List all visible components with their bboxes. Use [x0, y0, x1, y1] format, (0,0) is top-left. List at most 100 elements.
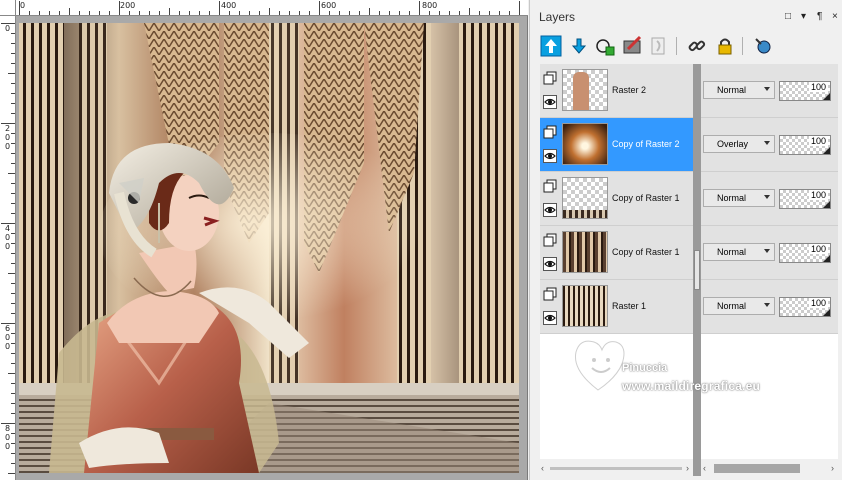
- link-layers-icon[interactable]: [686, 35, 708, 57]
- splitter-grip[interactable]: [694, 250, 700, 290]
- layer-blend-row: Overlay 100: [701, 118, 838, 172]
- ruler-tick: [19, 1, 20, 15]
- opacity-slider[interactable]: 100: [779, 297, 831, 317]
- layer-thumbnail-content: [563, 124, 607, 164]
- image-canvas[interactable]: [19, 23, 519, 473]
- blend-mode-dropdown[interactable]: Normal: [703, 243, 775, 261]
- ruler-label: 800: [5, 424, 11, 451]
- opacity-slider[interactable]: 100: [779, 135, 831, 155]
- opacity-triangle-icon: [823, 255, 830, 262]
- panel-close-button[interactable]: ×: [832, 11, 838, 22]
- ruler-label: 400: [5, 224, 11, 251]
- ruler-tick: [509, 11, 510, 15]
- panel-restore-button[interactable]: □: [785, 11, 791, 22]
- ruler-tick: [479, 11, 480, 15]
- layer-thumbnail[interactable]: [562, 123, 608, 165]
- ruler-tick: [11, 103, 15, 104]
- ruler-tick: [8, 73, 15, 74]
- ruler-tick: [8, 273, 15, 274]
- ruler-tick: [199, 11, 200, 15]
- ruler-tick: [8, 473, 15, 474]
- horizontal-ruler[interactable]: 0 200 400 600 800: [16, 0, 528, 16]
- blend-mode-dropdown[interactable]: Overlay: [703, 135, 775, 153]
- new-adjustment-layer-icon[interactable]: [622, 35, 644, 57]
- ruler-label: 200: [120, 1, 136, 10]
- layer-group-toggle-icon[interactable]: [543, 71, 557, 85]
- layer-row[interactable]: Raster 2: [540, 64, 695, 118]
- layer-name[interactable]: Copy of Raster 2: [612, 139, 680, 149]
- ruler-tick: [11, 303, 15, 304]
- ruler-tick: [11, 263, 15, 264]
- ruler-tick: [239, 11, 240, 15]
- layer-blend-row: Normal 100: [701, 172, 838, 226]
- vertical-ruler[interactable]: 0 200 400 600 800: [0, 16, 16, 480]
- scroll-left-icon[interactable]: ‹: [703, 463, 706, 473]
- opacity-slider[interactable]: 100: [779, 81, 831, 101]
- blend-column-scrollbar[interactable]: ‹ ›: [702, 463, 838, 474]
- visibility-eye-icon[interactable]: [543, 95, 557, 109]
- blend-mode-dropdown[interactable]: Normal: [703, 81, 775, 99]
- layer-group-toggle-icon[interactable]: [543, 287, 557, 301]
- watermark-url: www.maildiregrafica.eu: [622, 379, 760, 393]
- layer-thumbnail[interactable]: [562, 177, 608, 219]
- layers-panel: Layers □ ▾ ¶ × Raster 2 Copy of Raster 2…: [529, 0, 842, 480]
- layer-thumbnail[interactable]: [562, 231, 608, 273]
- layer-row[interactable]: Copy of Raster 2: [540, 118, 695, 172]
- layer-thumbnail[interactable]: [562, 285, 608, 327]
- chevron-down-icon: [764, 195, 770, 199]
- layer-group-toggle-icon[interactable]: [543, 233, 557, 247]
- ruler-tick: [1, 323, 15, 324]
- ruler-tick: [11, 253, 15, 254]
- panel-menu-button[interactable]: ▾: [801, 11, 806, 22]
- ruler-tick: [11, 393, 15, 394]
- new-mask-layer-icon[interactable]: [594, 35, 616, 57]
- scroll-right-icon[interactable]: ›: [686, 463, 689, 473]
- layer-properties-icon[interactable]: [752, 35, 774, 57]
- layer-row[interactable]: Raster 1: [540, 280, 695, 334]
- layers-list-scrollbar[interactable]: ‹ ›: [540, 463, 693, 474]
- scroll-left-icon[interactable]: ‹: [541, 463, 544, 473]
- layer-blend-row: Normal 100: [701, 280, 838, 334]
- layer-blend-row: Normal 100: [701, 226, 838, 280]
- layer-name[interactable]: Copy of Raster 1: [612, 193, 680, 203]
- new-vector-layer-icon[interactable]: [568, 35, 590, 57]
- ruler-label: 400: [221, 1, 237, 10]
- ruler-corner: [0, 0, 16, 16]
- opacity-slider[interactable]: 100: [779, 243, 831, 263]
- new-raster-layer-icon[interactable]: [540, 35, 562, 57]
- opacity-value: 100: [808, 82, 828, 92]
- blend-mode-dropdown[interactable]: Normal: [703, 297, 775, 315]
- layer-thumbnail-content: [563, 286, 607, 326]
- layer-row[interactable]: Copy of Raster 1: [540, 172, 695, 226]
- visibility-eye-icon[interactable]: [543, 149, 557, 163]
- opacity-slider[interactable]: 100: [779, 189, 831, 209]
- ruler-tick: [11, 453, 15, 454]
- layer-row[interactable]: Copy of Raster 1: [540, 226, 695, 280]
- layer-group-toggle-icon[interactable]: [543, 179, 557, 193]
- visibility-eye-icon[interactable]: [543, 311, 557, 325]
- ruler-tick: [39, 11, 40, 15]
- scroll-thumb[interactable]: [714, 464, 800, 473]
- ruler-tick: [1, 223, 15, 224]
- blend-mode-label: Normal: [717, 193, 747, 203]
- ruler-tick: [439, 11, 440, 15]
- ruler-tick: [11, 313, 15, 314]
- ruler-label: 600: [5, 324, 11, 351]
- lock-layer-icon[interactable]: [714, 35, 736, 57]
- blend-mode-dropdown[interactable]: Normal: [703, 189, 775, 207]
- ruler-tick: [489, 11, 490, 15]
- ruler-tick: [299, 11, 300, 15]
- chevron-down-icon: [764, 303, 770, 307]
- panel-pin-button[interactable]: ¶: [817, 11, 822, 22]
- layer-name[interactable]: Raster 1: [612, 301, 646, 311]
- ruler-tick: [259, 11, 260, 15]
- delete-layer-icon[interactable]: [648, 35, 670, 57]
- visibility-eye-icon[interactable]: [543, 203, 557, 217]
- visibility-eye-icon[interactable]: [543, 257, 557, 271]
- opacity-triangle-icon: [823, 201, 830, 208]
- layer-name[interactable]: Raster 2: [612, 85, 646, 95]
- layer-group-toggle-icon[interactable]: [543, 125, 557, 139]
- scroll-right-icon[interactable]: ›: [831, 463, 834, 473]
- layer-thumbnail[interactable]: [562, 69, 608, 111]
- layer-name[interactable]: Copy of Raster 1: [612, 247, 680, 257]
